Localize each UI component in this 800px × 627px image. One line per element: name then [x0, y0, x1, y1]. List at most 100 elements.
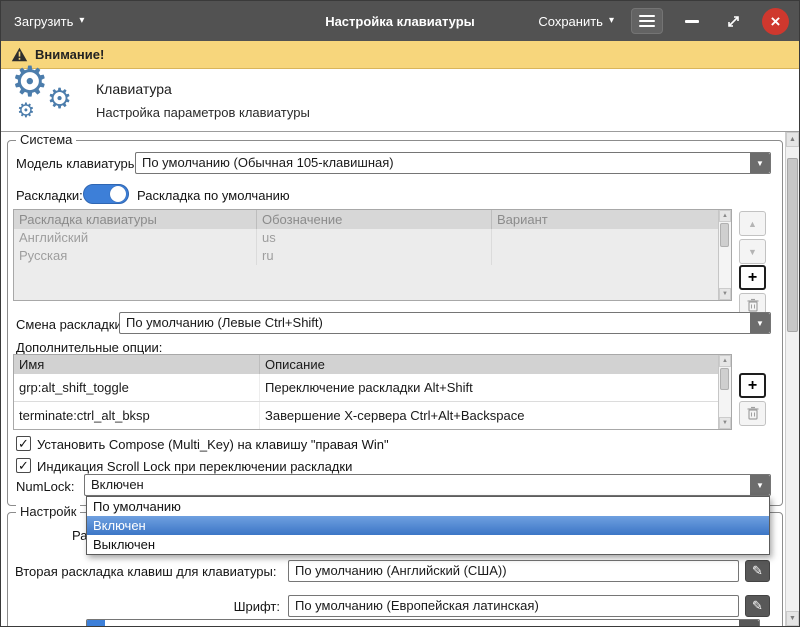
arrow-up-icon: ▲	[748, 219, 757, 229]
layout-switch-label: Смена раскладки:	[16, 317, 125, 332]
add-layout-button[interactable]: +	[739, 265, 766, 290]
dropdown-arrow-icon[interactable]: ▼	[739, 620, 759, 626]
arrow-down-icon: ▼	[748, 247, 757, 257]
keyboard-model-select[interactable]: По умолчанию (Обычная 105-клавишная) ▼	[135, 152, 771, 174]
scroll-up-icon[interactable]: ▲	[719, 355, 731, 367]
cell-option-name: terminate:ctrl_alt_bksp	[14, 402, 260, 429]
options-table-scrollbar[interactable]: ▲ ▼	[718, 355, 731, 429]
table-empty-area	[14, 265, 718, 300]
font-value: По умолчанию (Европейская латинская)	[295, 598, 539, 613]
column-header-variant: Вариант	[492, 210, 718, 229]
layouts-table-scrollbar[interactable]: ▲ ▼	[718, 210, 731, 300]
numlock-dropdown-popup: По умолчанию Включен Выключен	[86, 496, 770, 555]
check-icon: ✓	[18, 437, 29, 450]
layout-switch-select[interactable]: По умолчанию (Левые Ctrl+Shift) ▼	[119, 312, 771, 334]
second-layout-field[interactable]: По умолчанию (Английский (США))	[288, 560, 739, 582]
layouts-table-row: Английский us	[14, 229, 718, 247]
dropdown-arrow-icon[interactable]: ▼	[750, 475, 770, 495]
minimize-button[interactable]	[680, 9, 704, 33]
compose-checkbox[interactable]: ✓	[16, 436, 31, 451]
layouts-label: Раскладки:	[16, 188, 83, 203]
column-header-name[interactable]: Имя	[14, 355, 260, 374]
numlock-option-default[interactable]: По умолчанию	[87, 497, 769, 516]
font-field[interactable]: По умолчанию (Европейская латинская)	[288, 595, 739, 617]
app-header: ⚙ ⚙ ⚙ Клавиатура Настройка параметров кл…	[1, 69, 799, 132]
minimize-icon	[685, 20, 699, 23]
hamburger-icon	[639, 15, 655, 17]
options-table-row[interactable]: terminate:ctrl_alt_bksp Завершение X-сер…	[14, 402, 718, 429]
main-scrollbar[interactable]: ▲ ▼	[785, 132, 799, 626]
cell-layout: Русская	[14, 247, 257, 265]
main-content: Система Модель клавиатуры: По умолчанию …	[1, 132, 799, 626]
default-layout-toggle-label: Раскладка по умолчанию	[137, 188, 290, 203]
toggle-knob	[110, 186, 126, 202]
keyboard-model-value: По умолчанию (Обычная 105-клавишная)	[136, 153, 750, 173]
pencil-icon: ✎	[752, 598, 763, 614]
dropdown-arrow-icon[interactable]: ▼	[750, 313, 770, 333]
titlebar: Настройка клавиатуры Загрузить ▾ Сохрани…	[1, 1, 799, 41]
scroll-up-icon[interactable]: ▲	[719, 210, 731, 222]
system-group-legend: Система	[16, 132, 76, 147]
column-header-code: Обозначение	[257, 210, 492, 229]
move-up-button[interactable]: ▲	[739, 211, 766, 236]
hamburger-menu-button[interactable]	[631, 8, 663, 34]
numlock-option-enabled[interactable]: Включен	[87, 516, 769, 535]
maximize-button[interactable]	[721, 9, 745, 33]
scroll-up-icon[interactable]: ▲	[786, 132, 799, 147]
scrolllock-checkbox[interactable]: ✓	[16, 458, 31, 473]
expand-icon	[726, 14, 741, 29]
cell-variant	[492, 229, 718, 247]
cell-option-description: Завершение X-сервера Ctrl+Alt+Backspace	[260, 402, 718, 429]
cell-variant	[492, 247, 718, 265]
scrollbar-thumb[interactable]	[787, 158, 798, 332]
scrollbar-thumb[interactable]	[720, 368, 729, 390]
bottom-partial-select[interactable]: ▼	[86, 619, 760, 626]
scroll-down-icon[interactable]: ▼	[719, 288, 731, 300]
second-layout-label: Вторая раскладка клавиш для клавиатуры:	[15, 564, 276, 579]
selection-highlight	[87, 620, 105, 626]
system-group: Система Модель клавиатуры: По умолчанию …	[7, 140, 783, 506]
delete-option-button[interactable]	[739, 401, 766, 426]
plus-icon: +	[748, 269, 757, 287]
dropdown-arrow-icon[interactable]: ▼	[750, 153, 770, 173]
cell-code: us	[257, 229, 492, 247]
trash-icon	[746, 406, 760, 421]
save-menu-label: Сохранить	[538, 14, 603, 29]
numlock-label: NumLock:	[16, 479, 75, 494]
scrollbar-thumb[interactable]	[720, 223, 729, 247]
options-table: Имя Описание grp:alt_shift_toggle Перекл…	[13, 354, 732, 430]
keyboard-settings-window: Настройка клавиатуры Загрузить ▾ Сохрани…	[0, 0, 800, 627]
second-layout-value: По умолчанию (Английский (США))	[295, 563, 507, 578]
numlock-select[interactable]: Включен ▼	[84, 474, 771, 496]
page-subtitle: Настройка параметров клавиатуры	[96, 105, 310, 120]
layouts-table-header: Раскладка клавиатуры Обозначение Вариант	[14, 210, 718, 229]
scroll-down-icon[interactable]: ▼	[786, 611, 799, 626]
close-icon: ×	[771, 13, 781, 30]
default-layout-toggle[interactable]	[83, 184, 129, 204]
page-title: Клавиатура	[96, 81, 172, 97]
edit-font-button[interactable]: ✎	[745, 595, 770, 617]
additional-options-label: Дополнительные опции:	[16, 340, 162, 355]
layouts-table-row: Русская ru	[14, 247, 718, 265]
caret-down-icon: ▾	[79, 16, 84, 26]
load-menu-label: Загрузить	[14, 14, 73, 29]
edit-second-layout-button[interactable]: ✎	[745, 560, 770, 582]
settings-group-legend: Настройк	[16, 504, 80, 519]
add-option-button[interactable]: +	[739, 373, 766, 398]
options-table-row[interactable]: grp:alt_shift_toggle Переключение раскла…	[14, 374, 718, 402]
numlock-value: Включен	[85, 475, 750, 495]
layout-switch-value: По умолчанию (Левые Ctrl+Shift)	[120, 313, 750, 333]
keyboard-model-label: Модель клавиатуры:	[16, 156, 141, 171]
font-label: Шрифт:	[16, 599, 280, 614]
bottom-partial-value	[105, 620, 739, 626]
save-menu-button[interactable]: Сохранить ▾	[538, 14, 614, 29]
numlock-option-disabled[interactable]: Выключен	[87, 535, 769, 554]
column-header-description[interactable]: Описание	[260, 355, 718, 374]
scroll-down-icon[interactable]: ▼	[719, 417, 731, 429]
check-icon: ✓	[18, 459, 29, 472]
caret-down-icon: ▾	[609, 16, 614, 26]
cell-option-description: Переключение раскладки Alt+Shift	[260, 374, 718, 401]
close-button[interactable]: ×	[762, 8, 789, 35]
move-down-button[interactable]: ▼	[739, 239, 766, 264]
load-menu-button[interactable]: Загрузить ▾	[14, 14, 84, 29]
